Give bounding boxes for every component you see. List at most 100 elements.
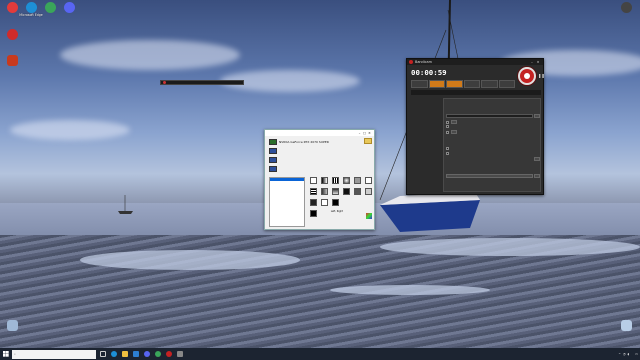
test-swatch[interactable] [332, 188, 339, 195]
test-swatch[interactable] [332, 177, 339, 184]
desktop-icon-discord[interactable] [57, 2, 81, 13]
bandicam-window[interactable]: Bandicam – × 00:00:59 ❚❚ [406, 58, 545, 195]
test-swatch[interactable] [332, 199, 339, 206]
mode-button[interactable] [481, 80, 498, 88]
cloud [10, 120, 130, 140]
test-swatch[interactable] [343, 188, 350, 195]
desktop-icon-recycle-bin[interactable] [614, 320, 638, 331]
recording-timer: 00:00:59 [411, 68, 447, 77]
task-view-icon[interactable] [100, 351, 106, 357]
option-checkbox[interactable] [446, 120, 449, 124]
chevron-up-icon[interactable]: ^ [618, 352, 621, 356]
option-checkbox[interactable] [446, 125, 449, 128]
mode-button[interactable] [463, 80, 480, 88]
taskbar-apps [100, 351, 183, 357]
store-icon[interactable] [133, 351, 139, 357]
output-folder-field[interactable] [446, 114, 533, 118]
app-icon [6, 2, 18, 13]
desktop-icon[interactable] [614, 2, 638, 13]
monitor-tester-window[interactable]: – □ × NVIDIA GeForce RTX 2070 SUPER Left… [264, 129, 375, 230]
test-swatch[interactable] [354, 188, 361, 195]
sidebar-item[interactable] [410, 126, 442, 140]
pause-icon[interactable]: ❚❚ [538, 73, 545, 78]
app-icon [6, 55, 18, 66]
taskbar: ⌕ ^ ◔ ◖ ▭ [0, 348, 640, 360]
mode-button[interactable] [428, 80, 445, 88]
app-icon[interactable] [177, 351, 183, 357]
discord-icon [63, 2, 75, 13]
test-swatch[interactable] [321, 177, 328, 184]
close-icon[interactable]: × [367, 131, 372, 135]
test-swatch[interactable] [310, 177, 317, 184]
monitor-item[interactable] [269, 165, 365, 173]
option-checkbox[interactable] [446, 152, 449, 155]
capture-mode-bar [411, 80, 515, 88]
search-box[interactable]: ⌕ [12, 349, 96, 359]
gpu-label: NVIDIA GeForce RTX 2070 SUPER [279, 140, 329, 144]
option-row [446, 130, 540, 134]
monitor-item[interactable] [269, 147, 365, 155]
test-swatch[interactable] [343, 177, 350, 184]
monitor-icon [269, 157, 277, 163]
sidebar-item[interactable] [410, 154, 442, 168]
test-swatch[interactable] [365, 188, 372, 195]
recording-overlay-bar[interactable] [160, 80, 244, 85]
desktop-icon[interactable] [0, 55, 24, 66]
list-item[interactable] [270, 219, 304, 222]
test-swatch[interactable] [310, 199, 317, 206]
option-checkbox[interactable] [446, 130, 449, 134]
test-swatch[interactable] [354, 177, 361, 184]
test-swatch[interactable] [365, 177, 372, 184]
volume-icon[interactable]: ◖ [628, 352, 630, 356]
file-explorer-icon[interactable] [122, 351, 128, 357]
app-icon[interactable] [155, 351, 161, 357]
record-button[interactable] [518, 67, 536, 85]
title-bar[interactable]: – □ × [265, 130, 374, 136]
network-icon[interactable]: ◔ [623, 352, 626, 356]
monitor-icon [269, 148, 277, 154]
browse-button[interactable] [534, 114, 540, 118]
stats-label: Left, Right [330, 210, 343, 213]
test-swatch[interactable] [310, 210, 317, 217]
desktop-icon[interactable] [0, 320, 24, 331]
puddle [380, 238, 640, 256]
puddle [330, 285, 490, 295]
close-icon[interactable]: × [535, 60, 541, 64]
bandicam-icon[interactable] [166, 351, 172, 357]
sidebar-item[interactable] [410, 112, 442, 126]
app-icon[interactable] [144, 351, 150, 357]
autostop-button[interactable] [534, 174, 540, 178]
title-bar[interactable]: Bandicam – × [407, 59, 543, 65]
monitor-item[interactable] [269, 156, 365, 164]
notification-icon[interactable]: ▭ [635, 352, 638, 356]
hotkey-settings-button[interactable] [534, 157, 540, 161]
stats-block: Left, Right [321, 210, 343, 213]
option-checkbox[interactable] [446, 147, 449, 150]
option-row [446, 125, 540, 128]
desktop-icon[interactable] [0, 29, 24, 40]
mode-button[interactable] [498, 80, 515, 88]
edge-icon [25, 2, 37, 13]
resolution-list[interactable] [269, 177, 305, 227]
test-swatch[interactable] [310, 188, 317, 195]
autostart-button[interactable] [446, 174, 533, 178]
small-boat-image [118, 195, 133, 214]
sidebar-item[interactable] [410, 98, 442, 112]
open-button[interactable] [451, 120, 457, 124]
sidebar [410, 98, 442, 192]
advanced-button[interactable] [451, 130, 457, 134]
option-row [446, 147, 540, 150]
gpu-item[interactable]: NVIDIA GeForce RTX 2070 SUPER [269, 138, 365, 146]
sidebar-item[interactable] [410, 140, 442, 154]
tab[interactable] [450, 99, 456, 105]
test-swatch[interactable] [321, 199, 328, 206]
start-button[interactable] [0, 348, 12, 360]
mode-button[interactable] [446, 80, 463, 88]
option-row [446, 152, 540, 155]
info-bar [411, 90, 541, 95]
test-swatch[interactable] [321, 188, 328, 195]
mode-button[interactable] [411, 80, 428, 88]
folder-icon[interactable] [364, 138, 372, 144]
edge-icon[interactable] [111, 351, 117, 357]
gpu-icon [269, 139, 277, 145]
